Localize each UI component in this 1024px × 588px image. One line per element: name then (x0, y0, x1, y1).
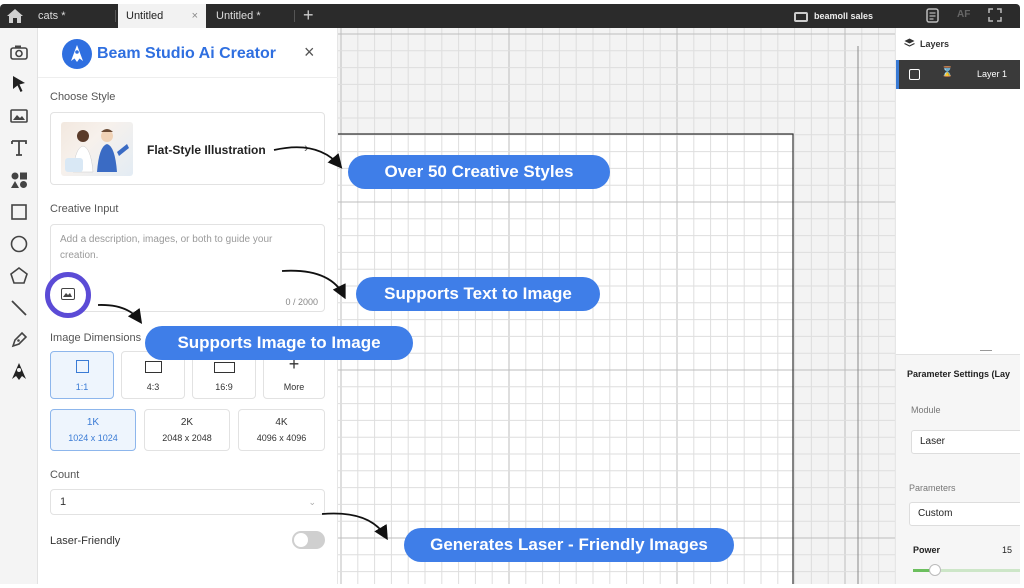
callout-creative-styles: Over 50 Creative Styles (348, 155, 610, 189)
arrow-to-text-image (281, 269, 346, 300)
arrow-to-laser-friendly (321, 512, 388, 541)
arrow-to-image-image (97, 304, 143, 324)
callout-text-to-image: Supports Text to Image (356, 277, 600, 311)
arrow-to-styles (273, 146, 343, 169)
callout-laser-friendly: Generates Laser - Friendly Images (404, 528, 734, 562)
callout-image-to-image: Supports Image to Image (145, 326, 413, 360)
